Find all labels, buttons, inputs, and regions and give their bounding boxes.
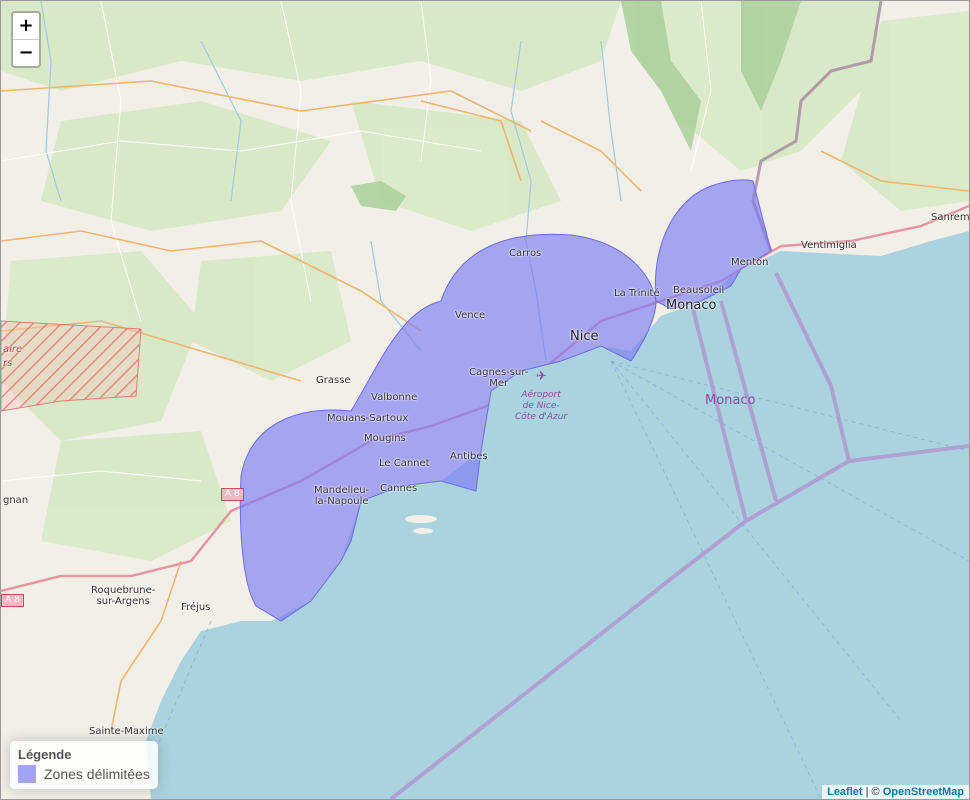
airport-icon: ✈ <box>536 369 547 384</box>
motorway-shield-a8-west: A 8 <box>1 594 24 607</box>
map-container[interactable]: Carros Vence Nice La Trinité Beausoleil … <box>0 0 970 800</box>
hatched-zone <box>1 320 142 412</box>
legend-item-label: Zones délimitées <box>44 766 150 782</box>
label-carros: Carros <box>509 248 542 259</box>
legend-swatch <box>18 765 36 783</box>
label-menton: Menton <box>731 257 769 268</box>
zoom-control: + − <box>11 11 41 68</box>
label-sainte-maxime: Sainte-Maxime <box>89 726 164 737</box>
label-rs: rs <box>3 358 13 369</box>
label-frejus: Fréjus <box>181 602 211 613</box>
legend-item: Zones délimitées <box>18 765 150 783</box>
attribution: Leaflet | © OpenStreetMap <box>822 785 969 799</box>
label-airport: Aéroport de Nice- Côte d'Azur <box>515 390 568 422</box>
label-mandelieu: Mandelieu- la-Napoule <box>314 485 370 507</box>
label-monaco-sea: Monaco <box>705 393 756 408</box>
zoom-in-button[interactable]: + <box>13 13 39 40</box>
label-mougins: Mougins <box>364 433 406 444</box>
label-monaco: Monaco <box>666 298 717 313</box>
label-aire: aire <box>3 344 23 355</box>
label-la-trinite: La Trinité <box>614 288 660 299</box>
openstreetmap-link[interactable]: OpenStreetMap <box>883 786 964 798</box>
label-sanremo: Sanremo <box>931 212 970 223</box>
label-vence: Vence <box>455 310 486 321</box>
label-cannes: Cannes <box>380 483 418 494</box>
label-roquebrune: Roquebrune- sur-Argens <box>91 585 156 607</box>
label-antibes: Antibes <box>450 451 488 462</box>
label-beausoleil: Beausoleil <box>673 285 725 296</box>
map-tiles[interactable] <box>1 1 969 799</box>
label-gnan: gnan <box>3 495 29 506</box>
label-valbonne: Valbonne <box>371 392 418 403</box>
map-legend: Légende Zones délimitées <box>10 741 158 789</box>
attribution-separator: | © <box>862 786 883 798</box>
legend-title: Légende <box>18 747 72 762</box>
label-ventimiglia: Ventimiglia <box>801 240 857 251</box>
label-mouans: Mouans-Sartoux <box>327 413 409 424</box>
label-grasse: Grasse <box>316 375 351 386</box>
label-le-cannet: Le Cannet <box>379 458 430 469</box>
label-nice: Nice <box>570 329 599 344</box>
leaflet-link[interactable]: Leaflet <box>827 786 862 798</box>
label-cagnes: Cagnes-sur- Mer <box>469 367 529 389</box>
motorway-shield-a8: A 8 <box>221 488 244 501</box>
zoom-out-button[interactable]: − <box>13 40 39 66</box>
